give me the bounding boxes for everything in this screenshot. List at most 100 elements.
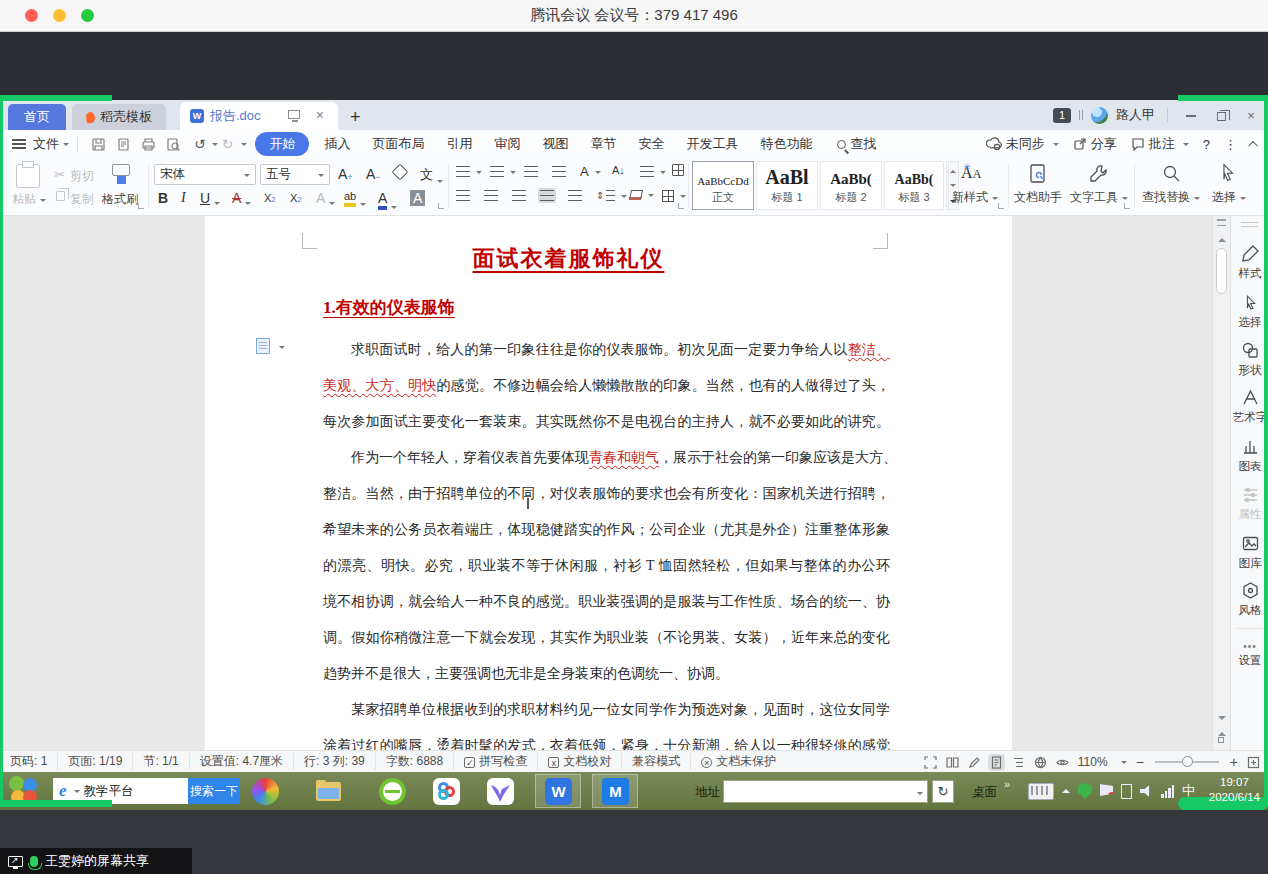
refresh-icon[interactable]: ↻ <box>932 780 954 803</box>
taskbar-clock[interactable]: 19:07 2020/6/14 <box>1209 775 1260 805</box>
paste-label[interactable]: 粘贴 <box>12 191 46 208</box>
sort-icon[interactable]: A↓ <box>612 164 625 176</box>
comment-button[interactable]: 批注 <box>1131 135 1189 153</box>
previous-page-button[interactable] <box>1218 728 1226 736</box>
help-icon[interactable]: ? <box>1203 137 1210 152</box>
line-spacing-icon[interactable]: ⇕ <box>596 190 627 201</box>
browser-360-icon[interactable] <box>252 778 279 805</box>
doc-assistant-button[interactable]: 文档助手 <box>1014 163 1062 206</box>
device-icon[interactable] <box>1121 784 1132 799</box>
minimize-button[interactable] <box>1180 108 1202 123</box>
new-tab-button[interactable]: + <box>350 108 361 126</box>
shading-icon[interactable] <box>630 190 654 200</box>
save-icon[interactable] <box>91 137 106 152</box>
window-count-badge[interactable]: 1 <box>1053 108 1071 123</box>
redo-icon[interactable]: ↻ <box>222 136 234 152</box>
share-button[interactable]: 分享 <box>1073 135 1117 153</box>
text-direction-icon[interactable]: A <box>580 164 601 179</box>
sidebar-属性[interactable]: 属性 <box>1231 485 1268 522</box>
flag-icon[interactable] <box>1100 784 1113 798</box>
export-icon[interactable] <box>116 137 131 152</box>
style-标题 3[interactable]: AaBb(标题 3 <box>884 161 944 210</box>
wps-app-icon[interactable]: W <box>545 778 572 805</box>
fullscreen-view-icon[interactable] <box>924 756 937 769</box>
format-painter-label[interactable]: 格式刷 <box>102 191 138 208</box>
copy-label[interactable]: 复制 <box>70 191 94 208</box>
cut-icon[interactable]: ✂ <box>54 167 65 182</box>
font-name-select[interactable]: 宋体 <box>154 164 256 185</box>
menu-tab-审阅[interactable]: 审阅 <box>483 132 531 156</box>
screen-share-badge[interactable]: 王雯婷的屏幕共享 <box>0 848 192 874</box>
zoom-knob[interactable] <box>1182 756 1193 767</box>
restore-button[interactable] <box>1210 108 1232 123</box>
meeting-app-icon[interactable]: M <box>602 778 629 805</box>
address-input[interactable] <box>723 780 928 803</box>
strikethrough-icon[interactable]: A <box>232 190 251 206</box>
format-painter-icon[interactable] <box>112 164 130 176</box>
desktop-chevrons-icon[interactable]: » <box>1004 778 1010 790</box>
antivirus-icon[interactable] <box>379 778 406 805</box>
status-seg-4[interactable]: 行: 3 列: 39 <box>294 753 376 770</box>
decrease-font-icon[interactable]: A− <box>366 166 381 182</box>
close-tab-icon[interactable]: × <box>316 107 324 123</box>
status-seg-5[interactable]: 字数: 6888 <box>376 753 454 770</box>
paragraph-options-caret[interactable] <box>279 346 285 352</box>
increase-font-icon[interactable]: A+ <box>338 166 353 182</box>
font-size-select[interactable]: 五号 <box>260 164 330 185</box>
bold-icon[interactable]: B <box>158 190 168 206</box>
taskbar-search-button[interactable]: 搜索一下 <box>188 778 240 804</box>
para-layout-icon[interactable] <box>640 166 666 177</box>
eye-protect-icon[interactable] <box>1056 756 1069 769</box>
sync-status[interactable]: 未同步 <box>986 135 1059 153</box>
style-正文[interactable]: AaBbCcDd正文 <box>692 161 754 210</box>
cast-icon[interactable] <box>288 110 300 119</box>
scrollbar-thumb[interactable] <box>1216 248 1227 294</box>
menu-tab-页面布局[interactable]: 页面布局 <box>361 132 435 156</box>
status-seg-1[interactable]: 页面: 1/19 <box>58 753 133 770</box>
new-style-button[interactable]: AA✳ 新样式 <box>952 163 998 206</box>
distribute-icon[interactable] <box>568 190 582 201</box>
text-effects-icon[interactable]: A <box>316 190 335 206</box>
tab-docer-templates[interactable]: 稻壳模板 <box>72 104 166 130</box>
select-button[interactable]: 选择 <box>1212 163 1246 206</box>
page-view-icon[interactable] <box>990 756 1003 769</box>
sidebar-图库[interactable]: 图库 <box>1231 534 1268 571</box>
close-button[interactable]: × <box>1240 108 1262 123</box>
speaker-icon[interactable] <box>1140 785 1153 798</box>
align-left-icon[interactable] <box>456 190 470 201</box>
align-right-icon[interactable] <box>512 190 526 201</box>
undo-icon[interactable]: ↺ <box>194 136 206 152</box>
superscript-icon[interactable]: X2 <box>264 192 276 204</box>
scroll-up-arrow[interactable] <box>1218 234 1226 242</box>
cut-label[interactable]: 剪切 <box>70 168 94 185</box>
file-explorer-icon[interactable] <box>315 778 342 805</box>
vertical-scrollbar[interactable] <box>1212 216 1230 750</box>
numbered-list-icon[interactable] <box>490 166 516 177</box>
security-shield-icon[interactable] <box>1078 783 1092 799</box>
panel-handle[interactable] <box>1241 222 1258 227</box>
subscript-icon[interactable]: X2 <box>290 192 302 204</box>
tray-expand-icon[interactable] <box>1062 785 1070 793</box>
doc-proof[interactable]: x文档校对 <box>538 753 622 770</box>
sidebar-形状[interactable]: 形状 <box>1231 341 1268 378</box>
network-icon[interactable] <box>1161 785 1174 798</box>
sidebar-艺术字[interactable]: 艺术字 <box>1231 388 1268 425</box>
ruler-toggle-icon[interactable] <box>1217 219 1226 226</box>
tab-document[interactable]: W 报告.doc × <box>180 102 338 130</box>
fit-page-icon[interactable] <box>1247 756 1260 769</box>
menu-tab-开发工具[interactable]: 开发工具 <box>675 132 749 156</box>
menu-tab-视图[interactable]: 视图 <box>531 132 579 156</box>
sidebar-图表[interactable]: 图表 <box>1231 437 1268 474</box>
menu-tab-安全[interactable]: 安全 <box>627 132 675 156</box>
zoom-in-icon[interactable]: + <box>1230 755 1238 769</box>
tab-setting-icon[interactable] <box>672 164 684 176</box>
menu-tab-章节[interactable]: 章节 <box>579 132 627 156</box>
desktop-toolbar[interactable]: 桌面 <box>972 784 997 801</box>
spell-check[interactable]: ✓拼写检查 <box>454 753 538 770</box>
outline-view-icon[interactable] <box>1012 756 1025 769</box>
status-seg-0[interactable]: 页码: 1 <box>0 753 58 770</box>
print-icon[interactable] <box>141 137 156 152</box>
bullet-list-icon[interactable] <box>456 166 482 177</box>
pinyin-icon[interactable]: 文 <box>420 166 443 184</box>
style-标题 1[interactable]: AaBl标题 1 <box>756 161 818 210</box>
